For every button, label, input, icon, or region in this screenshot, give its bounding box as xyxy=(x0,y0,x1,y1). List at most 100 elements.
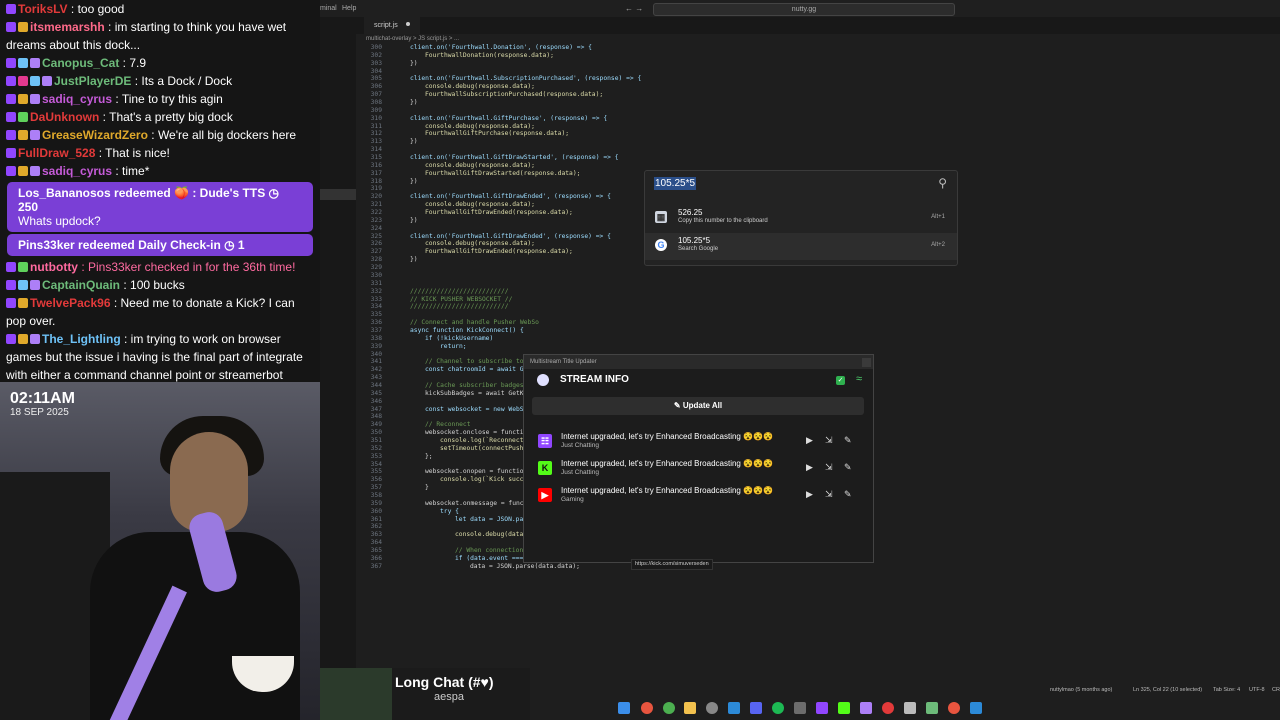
launcher-result-calc[interactable]: ▦ 526.25 Copy this number to the clipboa… xyxy=(645,205,957,232)
line-code: websocket.onclose = function xyxy=(425,429,532,437)
youtube-icon: ▶ xyxy=(538,488,552,502)
command-center-search[interactable]: nutty.gg xyxy=(653,3,955,16)
chat-username[interactable]: sadiq_cyrus xyxy=(42,92,112,106)
code-line[interactable]: 338 if (!kickUsername) xyxy=(356,335,1280,343)
status-eol[interactable]: CR xyxy=(1272,687,1280,693)
code-line[interactable]: 314 xyxy=(356,146,1280,154)
code-line[interactable]: 316 console.debug(response.data); xyxy=(356,162,1280,170)
app-icon-5[interactable] xyxy=(926,702,938,714)
line-code: console.debug(response.data); xyxy=(425,83,535,91)
chat-username[interactable]: The_Lightling xyxy=(42,332,121,346)
update-all-button[interactable]: ✎ Update All xyxy=(532,397,864,415)
code-line[interactable]: 308}) xyxy=(356,99,1280,107)
code-line[interactable]: 367 data = JSON.parse(data.data); xyxy=(356,563,1280,571)
play-icon[interactable]: ▶ xyxy=(806,435,813,446)
code-line[interactable]: 335 xyxy=(356,311,1280,319)
edit-icon[interactable]: ✎ xyxy=(844,489,852,500)
edit-icon[interactable]: ✎ xyxy=(844,462,852,473)
code-line[interactable]: 339 return; xyxy=(356,343,1280,351)
line-code: setTimeout(connectPusher, xyxy=(440,444,535,452)
menu-help[interactable]: Help xyxy=(342,5,356,12)
line-code: // Connect and handle Pusher WebSo xyxy=(410,319,539,327)
code-line[interactable]: 334 ////////////////////////// xyxy=(356,303,1280,311)
code-line[interactable]: 312 FourthwallGiftPurchase(response.data)… xyxy=(356,130,1280,138)
chat-username[interactable]: TwelvePack96 xyxy=(30,296,111,310)
nav-arrows-icon[interactable]: ← → xyxy=(625,4,643,13)
chat-username[interactable]: CaptainQuain xyxy=(42,278,120,292)
cam-date: 18 SEP 2025 xyxy=(10,407,69,418)
chat-username[interactable]: JustPlayerDE xyxy=(54,74,131,88)
app-icon[interactable] xyxy=(728,702,740,714)
line-code: return; xyxy=(440,342,467,350)
chat-username[interactable]: DaUnknown xyxy=(30,110,99,124)
code-line[interactable]: 330 xyxy=(356,272,1280,280)
chrome-icon[interactable] xyxy=(641,702,653,714)
line-number: 318 xyxy=(370,177,382,185)
code-line[interactable]: 302 FourthwallDonation(response.data); xyxy=(356,52,1280,60)
code-line[interactable]: 333 // KICK PUSHER WEBSOCKET // xyxy=(356,296,1280,304)
open-icon[interactable]: ⇲ xyxy=(825,489,833,500)
code-line[interactable]: 309 xyxy=(356,107,1280,115)
chat-username[interactable]: itsmemarshh xyxy=(30,20,105,34)
play-icon[interactable]: ▶ xyxy=(806,489,813,500)
line-code: FourthwallGiftDrawEnded(response.data); xyxy=(425,248,573,256)
chat-username[interactable]: nutbotty xyxy=(30,260,78,274)
app-icon-3[interactable] xyxy=(860,702,872,714)
line-code: ////////////////////////// xyxy=(410,287,509,295)
launcher-result-google[interactable]: G 105.25*5 Search Google Alt+2 xyxy=(645,233,957,260)
chat-message: The_Lightling : im trying to work on bro… xyxy=(0,330,320,382)
play-icon[interactable]: ▶ xyxy=(806,462,813,473)
check-icon[interactable]: ✓ xyxy=(836,376,845,385)
menu-terminal[interactable]: minal xyxy=(320,5,337,12)
tab-script-js[interactable]: script.js xyxy=(364,17,420,34)
line-code: // Channel to subscribe to (y xyxy=(425,358,535,366)
settings-icon[interactable] xyxy=(706,702,718,714)
spotify-icon[interactable] xyxy=(772,702,784,714)
vscode-icon[interactable] xyxy=(970,702,982,714)
close-icon[interactable] xyxy=(862,358,871,367)
code-line[interactable]: 304 xyxy=(356,68,1280,76)
stream-info-window: Multistream Title Updater STREAM INFO ✓ … xyxy=(523,354,874,563)
obs-icon[interactable] xyxy=(882,702,894,714)
file-explorer-icon[interactable] xyxy=(684,702,696,714)
code-line[interactable]: 303}) xyxy=(356,60,1280,68)
star-badge-icon xyxy=(18,262,28,272)
twitch-icon[interactable] xyxy=(816,702,828,714)
status-git-blame[interactable]: nuttylmao (5 months ago) xyxy=(1050,687,1112,693)
code-line[interactable]: 336 // Connect and handle Pusher WebSo xyxy=(356,319,1280,327)
code-line[interactable]: 337 async function KickConnect() { xyxy=(356,327,1280,335)
redeem-los-bananosos: Los_Bananosos redeemed 🍑 : Dude's TTS ◷ … xyxy=(7,182,313,232)
chat-username[interactable]: ToriksLV xyxy=(18,2,68,16)
line-number: 314 xyxy=(370,146,382,154)
chat-username[interactable]: FullDraw_528 xyxy=(18,146,95,160)
app-icon-4[interactable] xyxy=(904,702,916,714)
open-icon[interactable]: ⇲ xyxy=(825,435,833,446)
kick-icon[interactable] xyxy=(838,702,850,714)
code-line[interactable]: 332 ////////////////////////// xyxy=(356,288,1280,296)
chat-username[interactable]: sadiq_cyrus xyxy=(42,164,112,178)
code-line[interactable]: 300 client.on('Fourthwall.Donation', (res… xyxy=(356,44,1280,52)
status-cursor-position[interactable]: Ln 325, Col 22 (10 selected) xyxy=(1133,687,1202,693)
chrome-icon-2[interactable] xyxy=(948,702,960,714)
edit-icon[interactable]: ✎ xyxy=(844,435,852,446)
discord-icon[interactable] xyxy=(750,702,762,714)
status-encoding[interactable]: UTF-8 xyxy=(1249,687,1265,693)
code-line[interactable]: 313}) xyxy=(356,138,1280,146)
code-line[interactable]: 306 console.debug(response.data); xyxy=(356,83,1280,91)
windows-start-icon[interactable] xyxy=(618,702,630,714)
code-line[interactable]: 310 client.on('Fourthwall.GiftPurchase', … xyxy=(356,115,1280,123)
status-tab-size[interactable]: Tab Size: 4 xyxy=(1213,687,1240,693)
chat-username[interactable]: GreaseWizardZero xyxy=(42,128,148,142)
code-line[interactable]: 315 client.on('Fourthwall.GiftDrawStarted… xyxy=(356,154,1280,162)
code-line[interactable]: 305 client.on('Fourthwall.SubscriptionPur… xyxy=(356,75,1280,83)
app-icon-2[interactable] xyxy=(794,702,806,714)
launcher-query-input[interactable]: 105.25*5 xyxy=(654,177,697,190)
code-line[interactable]: 331 xyxy=(356,280,1280,288)
browser-icon[interactable] xyxy=(663,702,675,714)
chat-username[interactable]: Canopus_Cat xyxy=(42,56,119,70)
code-line[interactable]: 311 console.debug(response.data); xyxy=(356,123,1280,131)
chat-message: nutbotty : Pins33ker checked in for the … xyxy=(0,258,320,276)
code-line[interactable]: 307 FourthwallSubscriptionPurchased(respo… xyxy=(356,91,1280,99)
line-code: console.debug(response.data); xyxy=(425,122,535,130)
open-icon[interactable]: ⇲ xyxy=(825,462,833,473)
